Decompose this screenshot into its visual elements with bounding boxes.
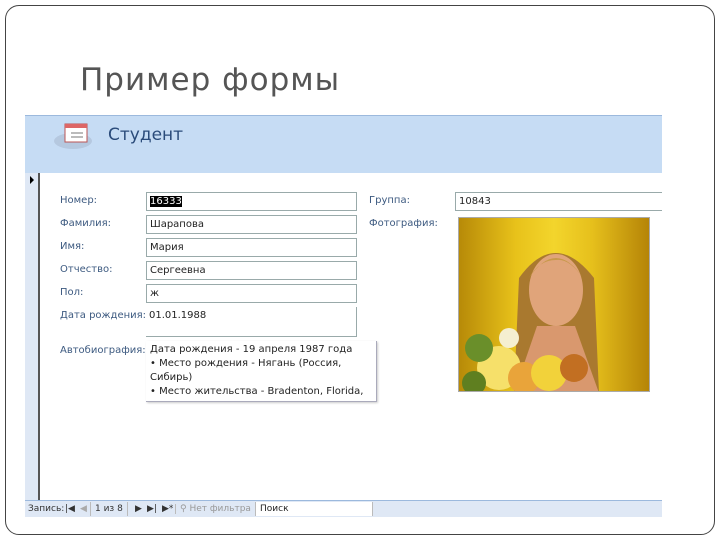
label-name: Имя: (60, 241, 85, 252)
number-field[interactable]: 16333 (146, 192, 357, 211)
name-field[interactable]: Мария (146, 238, 357, 257)
current-record-icon (30, 176, 34, 184)
bio-line: Сибирь) (150, 372, 193, 383)
bio-line: • Место рождения - Нягань (Россия, (150, 358, 342, 369)
filter-label: Нет фильтра (189, 504, 251, 514)
surname-field[interactable]: Шарапова (146, 215, 357, 234)
photo-image (462, 253, 599, 391)
form-header: Студент (25, 115, 662, 173)
record-selector[interactable] (25, 173, 40, 500)
student-form: Студент Номер: 16333 Фамилия: Шарапова И… (25, 113, 662, 518)
first-record-button[interactable]: |◀ (65, 504, 75, 514)
birthdate-field[interactable]: 01.01.1988 (146, 307, 357, 337)
filter-button[interactable]: ⚲ Нет фильтра (175, 504, 251, 514)
patronymic-field[interactable]: Сергеевна (146, 261, 357, 280)
bio-field[interactable]: Дата рождения - 19 апреля 1987 года • Ме… (146, 341, 377, 402)
bio-line: Дата рождения - 19 апреля 1987 года (150, 344, 353, 355)
form-icon (54, 123, 92, 149)
label-patronymic: Отчество: (60, 264, 113, 275)
record-position-field[interactable]: 1 из 8 (90, 502, 128, 516)
number-value: 16333 (150, 196, 182, 207)
slide-title: Пример формы (80, 62, 341, 98)
last-record-button[interactable]: ▶| (147, 504, 157, 514)
label-surname: Фамилия: (60, 218, 112, 229)
next-record-button[interactable]: ▶ (135, 504, 142, 514)
record-navigation-bar: Запись: |◀ ◀ 1 из 8 ▶ ▶| ▶* ⚲ Нет фильтр… (25, 500, 662, 517)
prev-record-button[interactable]: ◀ (80, 504, 87, 514)
bio-line: • Место жительства - Bradenton, Florida, (150, 386, 364, 397)
records-label: Запись: (28, 504, 65, 514)
new-record-button[interactable]: ▶* (162, 504, 173, 514)
group-field[interactable]: 10843 (455, 192, 662, 211)
sex-field[interactable]: ж (146, 284, 357, 303)
label-group: Группа: (369, 195, 410, 206)
search-input[interactable]: Поиск (255, 502, 373, 516)
form-title: Студент (108, 125, 184, 145)
label-number: Номер: (60, 195, 98, 206)
label-photo: Фотография: (369, 218, 438, 229)
label-birthdate: Дата рождения: (60, 310, 147, 321)
student-photo[interactable] (458, 217, 650, 392)
label-sex: Пол: (60, 287, 84, 298)
label-bio: Автобиография: (60, 345, 146, 356)
